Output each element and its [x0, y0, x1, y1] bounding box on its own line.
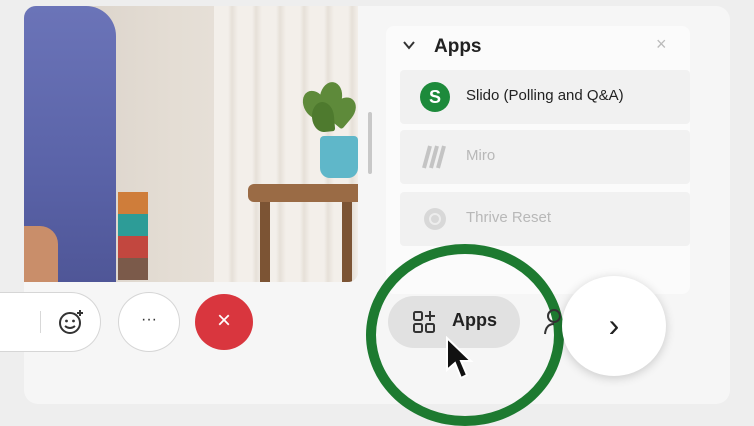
apps-button-label: Apps: [452, 310, 497, 330]
chevron-down-icon[interactable]: [403, 39, 415, 51]
mouse-cursor-icon: [446, 336, 474, 380]
apps-grid-icon: [413, 311, 435, 333]
app-item-thrive-reset[interactable]: Thrive Reset: [400, 192, 690, 246]
close-icon[interactable]: ×: [656, 35, 672, 53]
next-button[interactable]: ›: [562, 276, 666, 376]
more-options-icon: ···: [141, 311, 157, 328]
participant-video: [24, 6, 358, 282]
slido-logo-icon: S: [420, 82, 450, 112]
miro-logo-icon: [422, 145, 446, 169]
chevron-right-icon: ›: [608, 307, 620, 343]
panel-scrollbar[interactable]: [368, 112, 372, 174]
reactions-button[interactable]: [0, 292, 101, 352]
more-options-button[interactable]: ···: [118, 292, 180, 352]
plant-pot: [320, 136, 358, 178]
emoji-add-icon: [59, 310, 83, 334]
side-table: [248, 184, 358, 202]
app-item-slido[interactable]: S Slido (Polling and Q&A): [400, 70, 690, 124]
thrive-reset-logo-icon: [424, 208, 446, 230]
participant-figure: [24, 6, 116, 282]
app-item-miro[interactable]: Miro: [400, 130, 690, 184]
app-item-label: Miro: [466, 147, 496, 164]
plant: [290, 80, 358, 142]
bookshelf: [118, 192, 148, 282]
close-icon: ×: [216, 307, 231, 334]
app-item-label: Slido (Polling and Q&A): [466, 87, 624, 104]
apps-panel-title: Apps: [434, 36, 482, 57]
divider: [40, 311, 41, 333]
leave-meeting-button[interactable]: ×: [195, 294, 253, 350]
app-item-label: Thrive Reset: [466, 209, 552, 226]
